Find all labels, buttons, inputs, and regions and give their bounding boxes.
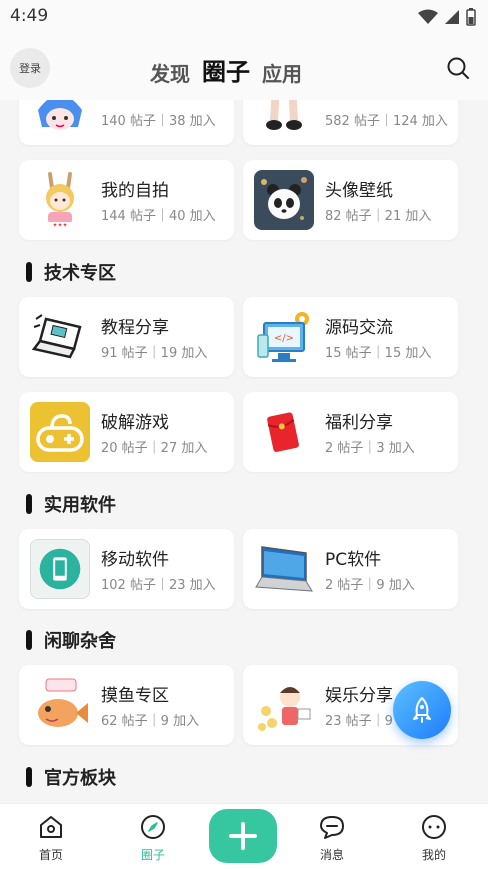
top-bar: 登录 发现 圈子 应用 (0, 34, 488, 100)
laptop-icon (30, 307, 90, 367)
circle-card[interactable]: ✦✦✦ 我的自拍 144 帖子｜40 加入 (19, 160, 234, 240)
section-header: 官方板块 (26, 765, 116, 789)
circle-name: 教程分享 (101, 318, 169, 338)
circle-card[interactable]: 移动软件 102 帖子｜23 加入 (19, 529, 234, 609)
fish-icon (30, 675, 90, 735)
plus-icon (229, 822, 257, 850)
circle-card[interactable]: 582 帖子｜124 加入 (243, 100, 458, 145)
circle-name: 娱乐分享 (325, 686, 393, 706)
circle-card[interactable]: PC软件 2 帖子｜9 加入 (243, 529, 458, 609)
status-icons (418, 8, 476, 26)
panda-icon (254, 170, 314, 230)
battery-icon (466, 8, 476, 26)
circle-meta: 62 帖子｜9 加入 (101, 714, 200, 729)
section-title: 官方板块 (44, 768, 116, 789)
tab-circles[interactable]: 圈子 (202, 52, 250, 87)
tab-discover[interactable]: 发现 (150, 58, 190, 87)
section-title: 实用软件 (44, 495, 116, 516)
circle-card[interactable]: 破解游戏 20 帖子｜27 加入 (19, 392, 234, 472)
pc-laptop-icon (254, 539, 314, 599)
circle-card[interactable]: 福利分享 2 帖子｜3 加入 (243, 392, 458, 472)
section-marker (26, 767, 32, 787)
nav-profile-label: 我的 (421, 848, 446, 862)
section-marker (26, 262, 32, 282)
section-header: 技术专区 (26, 260, 116, 284)
compass-icon (141, 815, 165, 839)
section-header: 闲聊杂舍 (26, 628, 116, 652)
circle-card[interactable]: </> 源码交流 15 帖子｜15 加入 (243, 297, 458, 377)
svg-text:</>: </> (274, 333, 294, 344)
circle-meta: 82 帖子｜21 加入 (325, 209, 432, 224)
circle-card[interactable]: 教程分享 91 帖子｜19 加入 (19, 297, 234, 377)
login-button[interactable]: 登录 (10, 48, 50, 88)
circle-name: 福利分享 (325, 413, 393, 433)
status-bar: 4:49 (0, 0, 488, 34)
section-header: 实用软件 (26, 492, 116, 516)
gamepad-icon (30, 402, 90, 462)
signal-icon (445, 10, 459, 24)
nav-profile[interactable]: 我的 (404, 812, 464, 863)
bottom-nav: 首页 圈子 消息 我的 (0, 803, 488, 869)
entertainment-icon (254, 675, 314, 735)
circle-name: 摸鱼专区 (101, 686, 169, 706)
code-monitor-icon: </> (254, 307, 314, 367)
status-time: 4:49 (10, 6, 49, 26)
circle-card[interactable]: 摸鱼专区 62 帖子｜9 加入 (19, 665, 234, 745)
rocket-icon (413, 697, 431, 723)
section-title: 技术专区 (44, 263, 116, 284)
nav-circles-label: 圈子 (140, 848, 165, 862)
circle-name: PC软件 (325, 550, 382, 570)
circle-name: 头像壁纸 (325, 181, 393, 201)
circle-name: 破解游戏 (101, 413, 169, 433)
nav-messages-label: 消息 (319, 848, 344, 862)
circle-meta: 2 帖子｜9 加入 (325, 578, 415, 593)
top-tabs: 发现 圈子 应用 (150, 52, 302, 87)
nav-messages[interactable]: 消息 (302, 812, 362, 863)
circle-meta: 144 帖子｜40 加入 (101, 209, 216, 224)
create-post-button[interactable] (209, 809, 277, 863)
nav-home[interactable]: 首页 (21, 812, 81, 863)
anime-girl-icon (30, 100, 90, 135)
circle-meta: 2 帖子｜3 加入 (325, 441, 415, 456)
circle-card[interactable]: 头像壁纸 82 帖子｜21 加入 (243, 160, 458, 240)
circle-meta: 91 帖子｜19 加入 (101, 346, 208, 361)
anime-legs-icon (254, 100, 314, 135)
red-envelope-icon (254, 402, 314, 462)
home-icon (40, 816, 62, 838)
circle-card[interactable]: 140 帖子｜38 加入 (19, 100, 234, 145)
section-title: 闲聊杂舍 (44, 631, 116, 652)
section-marker (26, 494, 32, 514)
wifi-icon (418, 9, 438, 24)
chat-icon (320, 816, 344, 839)
nav-circles[interactable]: 圈子 (123, 812, 183, 863)
svg-text:✦✦✦: ✦✦✦ (52, 222, 67, 229)
circle-name: 移动软件 (101, 550, 169, 570)
circle-meta: 15 帖子｜15 加入 (325, 346, 432, 361)
tab-apps[interactable]: 应用 (262, 58, 302, 87)
scroll-top-button[interactable] (393, 681, 451, 739)
selfie-girl-icon: ✦✦✦ (30, 170, 90, 230)
phone-icon (30, 539, 90, 599)
circle-meta: 582 帖子｜124 加入 (325, 114, 448, 129)
face-icon (422, 815, 446, 839)
nav-home-label: 首页 (38, 848, 63, 862)
circle-name: 源码交流 (325, 318, 393, 338)
circle-meta: 20 帖子｜27 加入 (101, 441, 208, 456)
circle-meta: 102 帖子｜23 加入 (101, 578, 216, 593)
circle-meta: 140 帖子｜38 加入 (101, 114, 216, 129)
section-marker (26, 630, 32, 650)
search-icon[interactable] (446, 56, 470, 80)
circle-name: 我的自拍 (101, 181, 169, 201)
